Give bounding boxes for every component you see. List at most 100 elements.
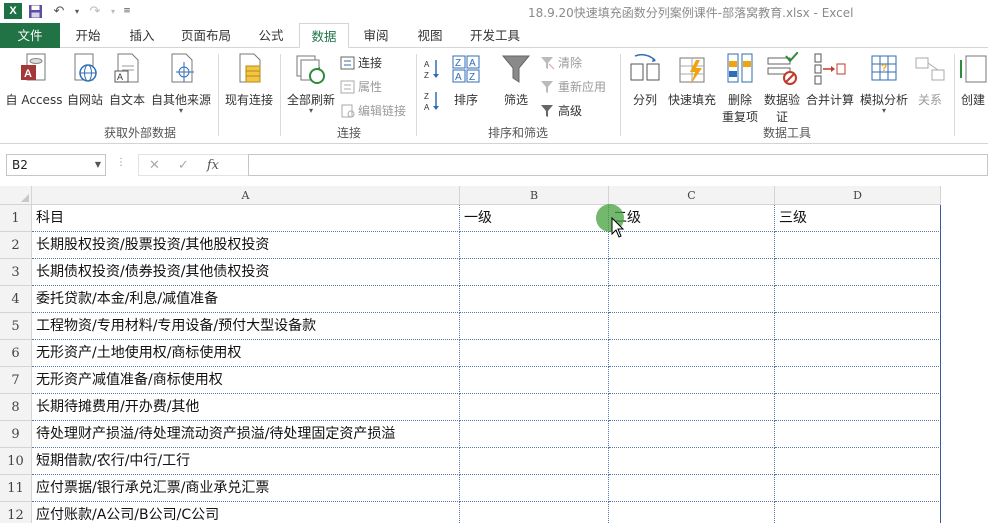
table-cell[interactable]: [460, 286, 609, 313]
name-box[interactable]: B2 ▼: [6, 154, 106, 176]
header-cell[interactable]: 二级: [609, 205, 775, 232]
undo-icon[interactable]: ↶: [48, 2, 70, 20]
row-header[interactable]: 3: [0, 259, 32, 286]
redo-icon[interactable]: ↷: [84, 2, 106, 20]
cancel-icon[interactable]: ✕: [149, 158, 160, 173]
table-cell[interactable]: [609, 448, 775, 475]
sort-button[interactable]: ZAAZ 排序: [448, 52, 484, 108]
row-header[interactable]: 2: [0, 232, 32, 259]
row-header[interactable]: 4: [0, 286, 32, 313]
sort-ascending-button[interactable]: AZ: [424, 58, 442, 80]
table-cell[interactable]: 长期债权投资/债券投资/其他债权投资: [32, 259, 460, 286]
row-header[interactable]: 5: [0, 313, 32, 340]
table-cell[interactable]: [609, 475, 775, 502]
table-cell[interactable]: [460, 367, 609, 394]
from-access-button[interactable]: A 自 Access: [4, 52, 64, 108]
col-header-d[interactable]: D: [775, 186, 941, 205]
row-header[interactable]: 6: [0, 340, 32, 367]
consolidate-button[interactable]: 合并计算: [804, 52, 856, 108]
table-cell[interactable]: 工程物资/专用材料/专用设备/预付大型设备款: [32, 313, 460, 340]
row-header[interactable]: 8: [0, 394, 32, 421]
sort-descending-button[interactable]: ZA: [424, 90, 442, 112]
table-cell[interactable]: [460, 313, 609, 340]
table-cell[interactable]: [460, 475, 609, 502]
remove-duplicates-button[interactable]: 删除 重复项: [720, 52, 760, 125]
header-cell[interactable]: 科目: [32, 205, 460, 232]
relationships-button[interactable]: 关系: [910, 52, 950, 108]
edit-links-button[interactable]: 编辑链接: [340, 102, 406, 119]
row-header[interactable]: 1: [0, 205, 32, 232]
outline-create-button[interactable]: 创建: [958, 52, 988, 108]
row-header[interactable]: 10: [0, 448, 32, 475]
tab-developer[interactable]: 开发工具: [464, 23, 526, 48]
table-cell[interactable]: [460, 421, 609, 448]
table-cell[interactable]: [460, 448, 609, 475]
table-cell[interactable]: [775, 313, 941, 340]
filter-button[interactable]: 筛选: [498, 52, 534, 108]
tab-file[interactable]: 文件: [0, 23, 60, 48]
row-header[interactable]: 11: [0, 475, 32, 502]
table-cell[interactable]: [775, 475, 941, 502]
tab-data[interactable]: 数据: [299, 23, 349, 49]
properties-button[interactable]: 属性: [340, 78, 382, 95]
tab-insert[interactable]: 插入: [124, 23, 160, 48]
col-header-b[interactable]: B: [460, 186, 609, 205]
select-all-corner[interactable]: [0, 186, 32, 205]
table-cell[interactable]: [609, 232, 775, 259]
clear-filter-button[interactable]: 清除: [540, 54, 582, 71]
advanced-filter-button[interactable]: 高级: [540, 102, 582, 119]
table-cell[interactable]: [775, 259, 941, 286]
tab-review[interactable]: 审阅: [358, 23, 394, 48]
redo-dropdown-icon[interactable]: ▾: [108, 2, 118, 20]
table-cell[interactable]: [775, 340, 941, 367]
col-header-a[interactable]: A: [32, 186, 460, 205]
table-cell[interactable]: 应付账款/A公司/B公司/C公司: [32, 502, 460, 523]
what-if-analysis-button[interactable]: ? 模拟分析 ▾: [858, 52, 910, 115]
row-header[interactable]: 9: [0, 421, 32, 448]
resize-handle-icon[interactable]: ⋮: [116, 157, 126, 168]
table-cell[interactable]: [775, 502, 941, 523]
table-cell[interactable]: [609, 502, 775, 523]
table-cell[interactable]: 无形资产/土地使用权/商标使用权: [32, 340, 460, 367]
table-cell[interactable]: [609, 313, 775, 340]
header-cell[interactable]: 一级: [460, 205, 609, 232]
enter-icon[interactable]: ✓: [178, 158, 189, 173]
table-cell[interactable]: [460, 394, 609, 421]
table-cell[interactable]: [609, 394, 775, 421]
table-cell[interactable]: [460, 259, 609, 286]
table-cell[interactable]: [609, 367, 775, 394]
tab-formulas[interactable]: 公式: [253, 23, 289, 48]
flash-fill-button[interactable]: 快速填充: [666, 52, 718, 108]
table-cell[interactable]: [609, 421, 775, 448]
from-web-button[interactable]: 自网站: [64, 52, 106, 108]
customize-qat-icon[interactable]: ≡: [120, 2, 134, 20]
table-cell[interactable]: 长期股权投资/股票投资/其他股权投资: [32, 232, 460, 259]
reapply-button[interactable]: 重新应用: [540, 78, 606, 95]
table-cell[interactable]: [775, 286, 941, 313]
table-cell[interactable]: [609, 286, 775, 313]
table-cell[interactable]: 委托贷款/本金/利息/减值准备: [32, 286, 460, 313]
tab-view[interactable]: 视图: [412, 23, 448, 48]
table-cell[interactable]: [460, 232, 609, 259]
table-cell[interactable]: [775, 394, 941, 421]
table-cell[interactable]: 短期借款/农行/中行/工行: [32, 448, 460, 475]
table-cell[interactable]: [460, 340, 609, 367]
table-cell[interactable]: 长期待摊费用/开办费/其他: [32, 394, 460, 421]
row-header[interactable]: 12: [0, 502, 32, 523]
undo-dropdown-icon[interactable]: ▾: [72, 2, 82, 20]
col-header-c[interactable]: C: [609, 186, 775, 205]
data-validation-button[interactable]: 数据验 证: [762, 51, 802, 125]
connections-button[interactable]: 连接: [340, 54, 382, 71]
table-cell[interactable]: [460, 502, 609, 523]
text-to-columns-button[interactable]: 分列: [626, 52, 664, 108]
from-other-sources-button[interactable]: 自其他来源 ▾: [148, 52, 214, 115]
table-cell[interactable]: [609, 340, 775, 367]
from-text-button[interactable]: A 自文本: [106, 52, 148, 108]
table-cell[interactable]: [775, 232, 941, 259]
header-cell[interactable]: 三级: [775, 205, 941, 232]
table-cell[interactable]: [775, 448, 941, 475]
table-cell[interactable]: 无形资产减值准备/商标使用权: [32, 367, 460, 394]
table-cell[interactable]: [775, 367, 941, 394]
insert-function-icon[interactable]: fx: [207, 158, 219, 173]
refresh-all-button[interactable]: 全部刷新 ▾: [284, 52, 338, 115]
